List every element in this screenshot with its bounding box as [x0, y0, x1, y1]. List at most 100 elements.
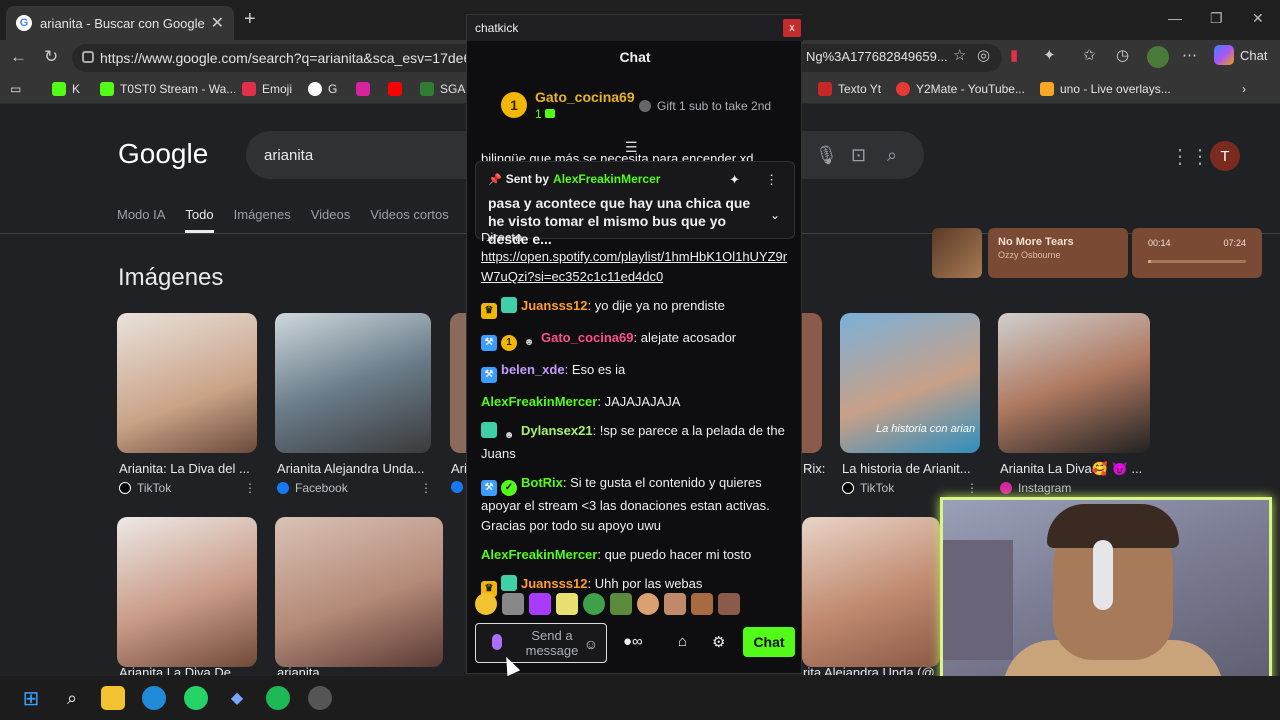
tab-modo-ia[interactable]: Modo IA	[117, 207, 165, 233]
tab-todo[interactable]: Todo	[185, 207, 214, 233]
extensions-icon[interactable]: ✦	[1043, 46, 1056, 64]
browser-tab[interactable]: G arianita - Buscar con Google ✕	[6, 6, 234, 40]
points-icon[interactable]: ●∞	[623, 633, 643, 650]
start-icon[interactable]: ⊞	[19, 686, 43, 710]
chat-username[interactable]: AlexFreakinMercer	[481, 547, 597, 562]
chat-username[interactable]: Juansss12	[521, 298, 588, 313]
reload-icon[interactable]: ↻	[44, 47, 58, 67]
chat-username[interactable]: AlexFreakinMercer	[481, 394, 597, 409]
more-options-icon[interactable]: ⋮	[765, 172, 778, 188]
image-result[interactable]	[802, 517, 940, 667]
chevron-down-icon[interactable]: ⌄	[770, 208, 780, 222]
bookmark-g[interactable]: G	[308, 82, 337, 96]
obs-icon[interactable]	[308, 686, 332, 710]
tab-videos-cortos[interactable]: Videos cortos	[370, 207, 449, 233]
file-explorer-icon[interactable]	[101, 686, 125, 710]
settings-icon[interactable]: ⚙	[712, 633, 725, 651]
new-tab-icon[interactable]: +	[244, 8, 256, 31]
star-icon[interactable]: ☆	[953, 46, 966, 64]
whatsapp-icon[interactable]	[184, 686, 208, 710]
chat-username[interactable]: Juansss12	[521, 576, 588, 591]
image-result[interactable]	[275, 313, 431, 453]
site-info-icon[interactable]	[82, 51, 94, 63]
emote-icon[interactable]	[718, 593, 740, 615]
bookmark-instagram[interactable]	[356, 82, 376, 96]
favorites-icon[interactable]: ✩	[1083, 46, 1096, 64]
bookmark-sga[interactable]: SGA	[420, 82, 465, 96]
chat-username[interactable]: Gato_cocina69	[541, 330, 634, 345]
bookmark-uno[interactable]: uno - Live overlays...	[1040, 82, 1171, 96]
result-caption[interactable]: Arianita La Diva🥰 😈 ...	[1000, 461, 1146, 477]
image-result[interactable]	[117, 517, 257, 667]
chatkick-titlebar[interactable]: chatkick x	[467, 15, 803, 41]
emote-icon[interactable]	[475, 593, 497, 615]
voice-search-icon[interactable]: 🎙	[815, 145, 838, 166]
pinned-user[interactable]: AlexFreakinMercer	[553, 172, 660, 186]
chat-username[interactable]: belen_xde	[501, 362, 565, 377]
edge-icon[interactable]	[142, 686, 166, 710]
bookmark-texto-yt[interactable]: Texto Yt	[818, 82, 881, 96]
pinned-message[interactable]: 📌 Sent by AlexFreakinMercer ✦ ⋮ pasa y a…	[475, 161, 795, 247]
result-source[interactable]: Facebook	[277, 481, 348, 495]
search-icon[interactable]: ⌕	[887, 145, 897, 166]
result-caption[interactable]: Ari	[451, 461, 467, 476]
result-source[interactable]: Instagram	[1000, 481, 1071, 495]
spotify-link[interactable]: https://open.spotify.com/playlist/1hmHbK…	[481, 249, 787, 284]
google-logo[interactable]: Google	[118, 138, 208, 170]
more-options-icon[interactable]: ⋮	[420, 481, 432, 495]
close-chatkick-button[interactable]: x	[783, 19, 801, 37]
emote-icon[interactable]	[502, 593, 524, 615]
image-result[interactable]	[802, 313, 822, 453]
result-source[interactable]: TikTok	[842, 481, 894, 495]
search-icon[interactable]: ⌕	[60, 686, 84, 710]
close-window-icon[interactable]: ✕	[1252, 10, 1264, 27]
tab-imagenes[interactable]: Imágenes	[234, 207, 291, 233]
user-avatar[interactable]: T	[1210, 141, 1240, 171]
bookmark-k[interactable]: K	[52, 82, 80, 96]
result-caption[interactable]: Arianita La Diva De	[119, 665, 259, 675]
app-icon[interactable]: ◆	[225, 686, 249, 710]
emote-icon[interactable]	[664, 593, 686, 615]
bookmark-emoji[interactable]: Emoji	[242, 82, 292, 96]
send-chat-button[interactable]: Chat	[743, 627, 795, 657]
image-result[interactable]	[998, 313, 1150, 453]
gift-sub-cta[interactable]: Gift 1 sub to take 2nd	[639, 99, 771, 113]
result-caption[interactable]: rita Alejandra Unda (@	[803, 665, 939, 675]
profile-avatar[interactable]	[1147, 46, 1169, 68]
more-menu-icon[interactable]: ⋯	[1182, 46, 1197, 64]
result-caption[interactable]: La historia de Arianit...	[842, 461, 974, 476]
microphone-icon[interactable]	[492, 634, 502, 650]
location-icon[interactable]: ◎	[977, 46, 990, 64]
chat-username[interactable]: Dylansex21	[521, 423, 593, 438]
bookmark-tosto[interactable]: T0ST0 Stream - Wa...	[100, 82, 236, 96]
emote-icon[interactable]	[691, 593, 713, 615]
bookmark-y2mate[interactable]: Y2Mate - YouTube...	[896, 82, 1025, 96]
emote-icon[interactable]	[556, 593, 578, 615]
more-options-icon[interactable]: ⋮	[966, 481, 978, 495]
close-tab-icon[interactable]: ✕	[211, 13, 224, 33]
history-icon[interactable]: ◷	[1116, 46, 1129, 64]
bookmarks-more-icon[interactable]: ›	[1242, 82, 1246, 96]
extension-m-icon[interactable]: ▮	[1010, 46, 1018, 64]
emote-icon[interactable]	[529, 593, 551, 615]
unpin-icon[interactable]: ✦	[729, 172, 740, 188]
lens-icon[interactable]: ⊡	[851, 145, 866, 166]
more-options-icon[interactable]: ⋮	[244, 481, 256, 495]
emote-icon[interactable]	[583, 593, 605, 615]
bookmarks-menu-icon[interactable]: ▭	[10, 82, 21, 96]
emoji-picker-icon[interactable]: ☺	[584, 636, 598, 652]
message-input[interactable]: Send a message ☺	[475, 623, 607, 663]
spotify-icon[interactable]	[266, 686, 290, 710]
result-caption[interactable]: Arianita Alejandra Unda...	[277, 461, 429, 476]
result-caption[interactable]: Arianita: La Diva del ...	[119, 461, 259, 476]
tab-videos[interactable]: Videos	[311, 207, 351, 233]
result-caption[interactable]: arianita	[277, 665, 417, 675]
image-result[interactable]: La historia con arian	[840, 313, 980, 453]
chat-username[interactable]: BotRix	[521, 475, 563, 490]
image-result[interactable]	[275, 517, 443, 667]
restore-icon[interactable]: ❐	[1210, 10, 1223, 27]
result-source[interactable]: TikTok	[119, 481, 171, 495]
image-result[interactable]	[117, 313, 257, 453]
bookmark-youtube[interactable]	[388, 82, 408, 96]
store-icon[interactable]: ⌂	[678, 633, 687, 650]
